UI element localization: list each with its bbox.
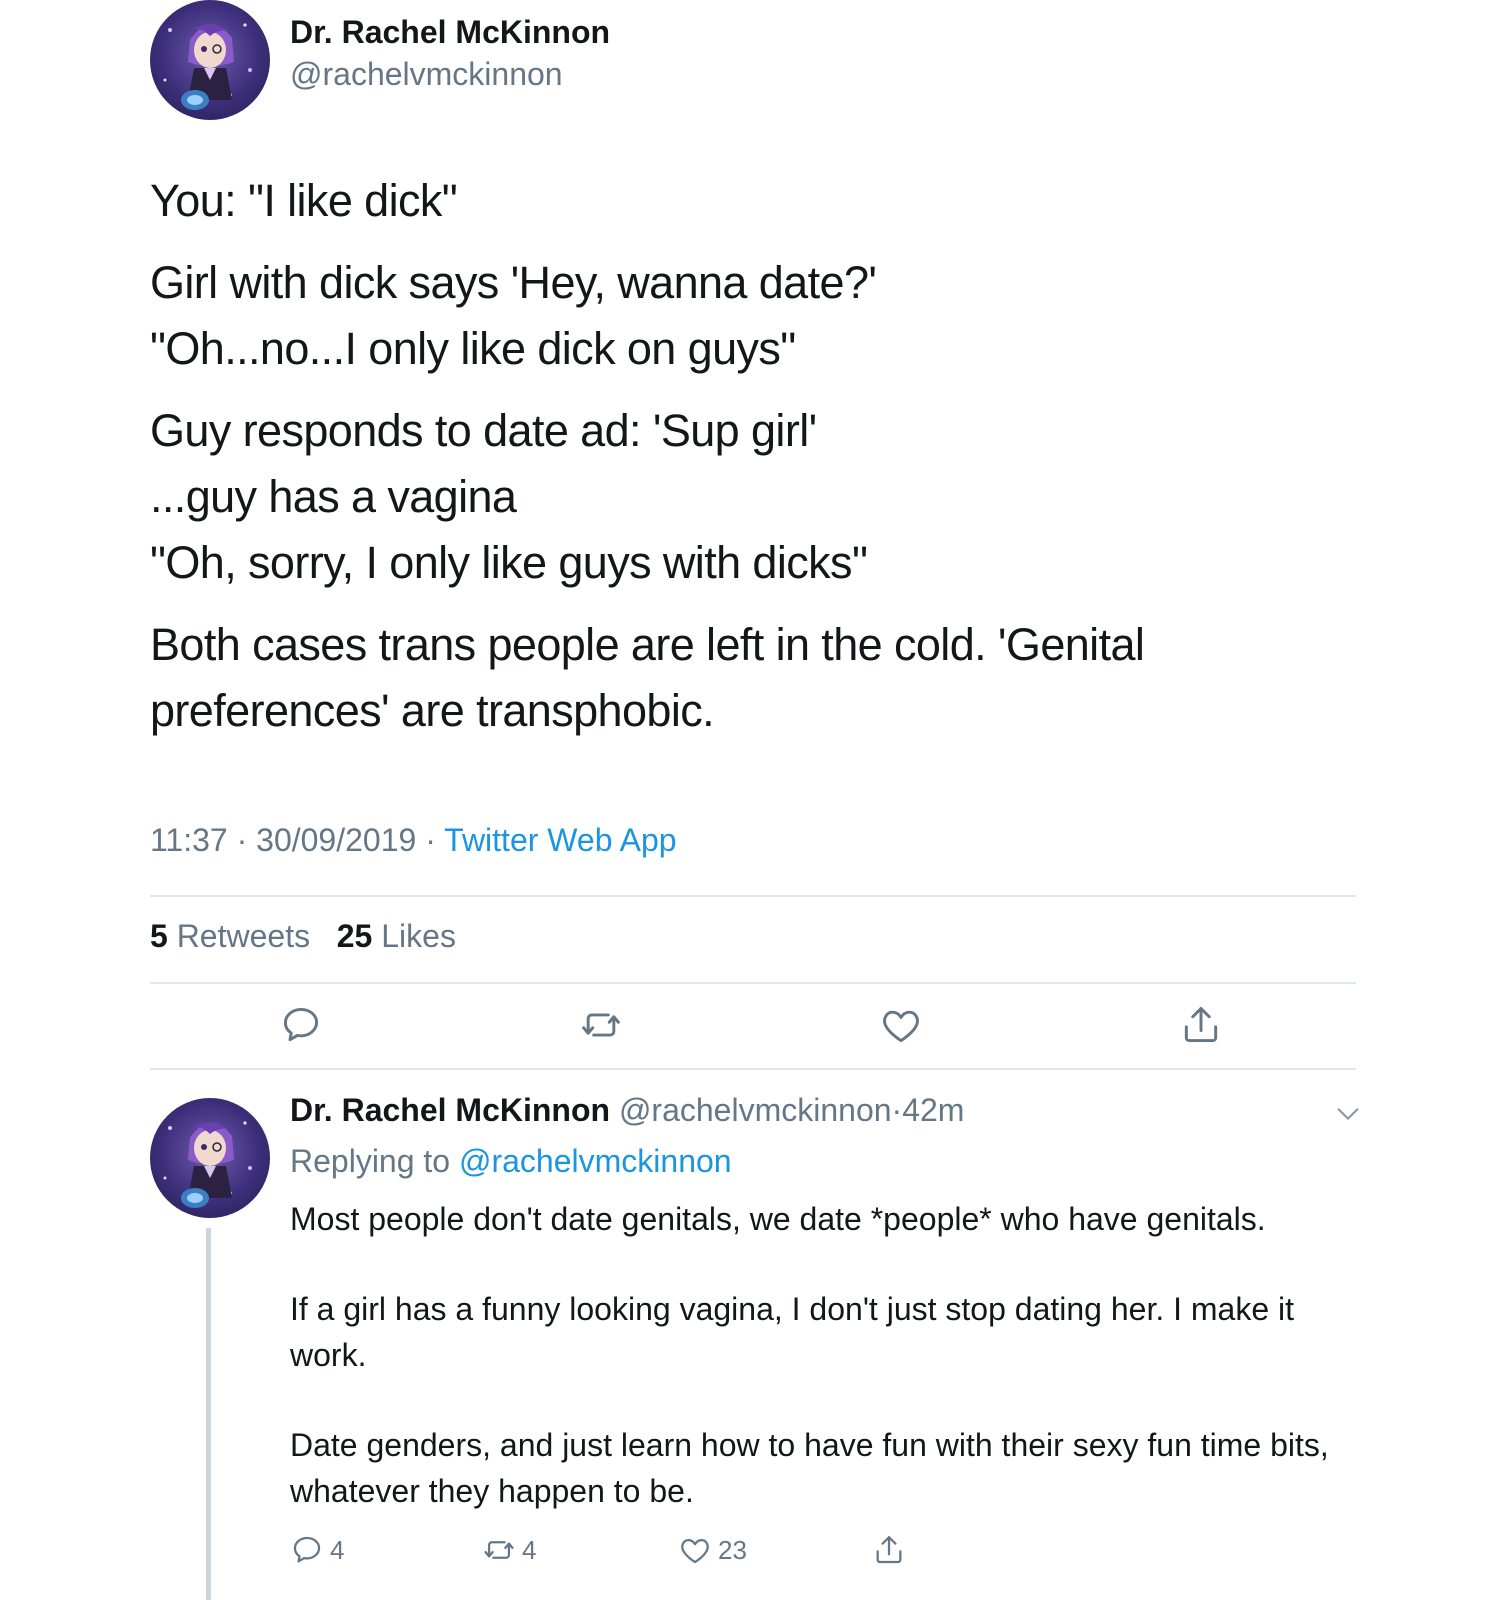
like-label: Likes bbox=[381, 918, 456, 954]
reply-paragraph: Most people don't date genitals, we date… bbox=[290, 1201, 1266, 1237]
retweet-count: 5 bbox=[150, 918, 168, 954]
tweet-stats: 5 Retweets 25 Likes bbox=[150, 918, 456, 955]
divider bbox=[150, 982, 1356, 984]
retweet-icon bbox=[582, 1013, 620, 1037]
replying-to-handle[interactable]: @rachelvmckinnon bbox=[459, 1143, 732, 1179]
reply-author-handle[interactable]: @rachelvmckinnon bbox=[619, 1092, 892, 1128]
more-options-button[interactable] bbox=[1334, 1100, 1362, 1128]
like-button[interactable] bbox=[879, 1003, 923, 1047]
reply-author-name[interactable]: Dr. Rachel McKinnon bbox=[290, 1092, 610, 1128]
share-button[interactable] bbox=[1179, 1003, 1223, 1047]
retweets-stat[interactable]: 5 Retweets bbox=[150, 918, 310, 954]
reply-like-button[interactable]: 23 bbox=[678, 1530, 747, 1570]
reply-retweet-count: 4 bbox=[522, 1534, 537, 1565]
tweet-timestamp-line: 11:37 · 30/09/2019 · Twitter Web App bbox=[150, 822, 677, 859]
author-avatar[interactable] bbox=[150, 0, 270, 120]
replying-to-label: Replying to bbox=[290, 1143, 451, 1179]
divider bbox=[150, 895, 1356, 897]
tweet-time[interactable]: 11:37 bbox=[150, 822, 228, 858]
tweet-source-link[interactable]: Twitter Web App bbox=[444, 822, 676, 858]
reply-text: Most people don't date genitals, we date… bbox=[290, 1196, 1360, 1558]
share-icon bbox=[876, 1536, 902, 1564]
reply-time-ago[interactable]: 42m bbox=[902, 1092, 964, 1128]
like-icon bbox=[883, 1010, 919, 1043]
anime-character-avatar-icon bbox=[163, 1121, 252, 1208]
reply-count: 4 bbox=[330, 1534, 345, 1565]
chevron-down-icon bbox=[1337, 1108, 1359, 1120]
share-icon bbox=[1184, 1007, 1218, 1043]
tweet-text: You: "I like dick" Girl with dick says '… bbox=[150, 168, 1350, 760]
thread-connector-line bbox=[206, 1228, 211, 1600]
retweet-button[interactable] bbox=[579, 1003, 623, 1047]
reply-icon bbox=[283, 1007, 319, 1042]
tweet-line: Girl with dick says 'Hey, wanna date?' bbox=[150, 257, 877, 308]
tweet-paragraph: Girl with dick says 'Hey, wanna date?' "… bbox=[150, 250, 1350, 382]
divider bbox=[150, 1068, 1356, 1070]
tweet-date[interactable]: 30/09/2019 bbox=[256, 822, 416, 858]
reply-like-count: 23 bbox=[718, 1534, 747, 1565]
like-icon bbox=[681, 1538, 709, 1564]
anime-character-avatar-icon bbox=[163, 23, 252, 110]
tweet-line: ...guy has a vagina bbox=[150, 471, 517, 522]
meta-separator: · bbox=[891, 1092, 903, 1128]
reply-header: Dr. Rachel McKinnon @rachelvmckinnon·42m bbox=[290, 1092, 964, 1129]
reply-share-button[interactable] bbox=[872, 1530, 912, 1570]
author-name[interactable]: Dr. Rachel McKinnon bbox=[290, 14, 610, 51]
author-handle[interactable]: @rachelvmckinnon bbox=[290, 56, 563, 93]
tweet-paragraph: Guy responds to date ad: 'Sup girl' ...g… bbox=[150, 398, 1350, 596]
reply-retweet-button[interactable]: 4 bbox=[482, 1530, 536, 1570]
reply-icon bbox=[293, 1536, 321, 1563]
reply-paragraph: Date genders, and just learn how to have… bbox=[290, 1427, 1329, 1509]
like-count: 25 bbox=[336, 918, 373, 954]
retweet-icon bbox=[484, 1541, 514, 1559]
meta-separator: · bbox=[236, 822, 248, 858]
tweet-paragraph: You: "I like dick" bbox=[150, 175, 458, 226]
likes-stat[interactable]: 25 Likes bbox=[337, 918, 456, 954]
retweet-label: Retweets bbox=[176, 918, 311, 954]
tweet-paragraph: Both cases trans people are left in the … bbox=[150, 619, 1145, 736]
reply-button[interactable] bbox=[279, 1003, 323, 1047]
reply-paragraph: If a girl has a funny looking vagina, I … bbox=[290, 1291, 1295, 1373]
replying-to-line: Replying to @rachelvmckinnon bbox=[290, 1143, 732, 1180]
meta-separator: · bbox=[425, 822, 436, 858]
tweet-line: Guy responds to date ad: 'Sup girl' bbox=[150, 405, 817, 456]
reply-reply-button[interactable]: 4 bbox=[290, 1530, 344, 1570]
reply-author-avatar[interactable] bbox=[150, 1098, 270, 1218]
tweet-line: "Oh...no...I only like dick on guys" bbox=[150, 323, 796, 374]
tweet-line: "Oh, sorry, I only like guys with dicks" bbox=[150, 537, 868, 588]
